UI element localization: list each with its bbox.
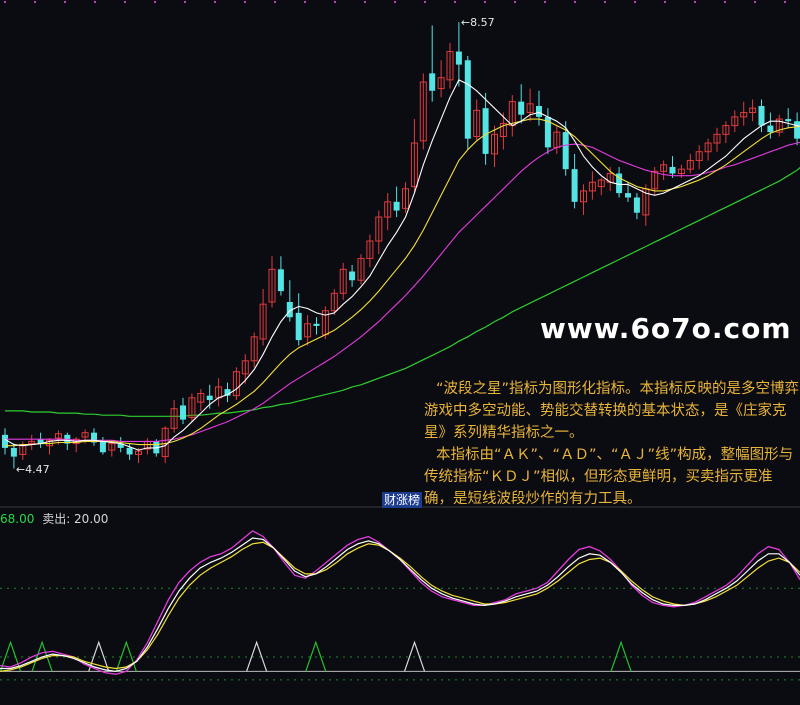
top-tick-dot (334, 1, 336, 3)
candle-body-down (295, 312, 302, 341)
candle-body-down (482, 108, 489, 154)
top-tick-dot (724, 1, 726, 3)
brand-tag: 财涨榜 (382, 492, 423, 508)
top-tick-dot (214, 1, 216, 3)
top-tick-dot (544, 1, 546, 3)
indicator-description: “波段之星”指标为图形化指标。本指标反映的是多空博弈游戏中多空动能、势能交替转换… (424, 378, 800, 510)
candle-body-down (625, 193, 631, 198)
top-tick-dot (694, 1, 696, 3)
top-tick-dot (664, 1, 666, 3)
high-price-text: 8.57 (470, 16, 495, 30)
chart-background (0, 0, 800, 705)
candle-body-down (99, 441, 106, 453)
top-tick-dot (784, 1, 786, 3)
top-tick-dot (394, 1, 396, 3)
top-tick-dot (604, 1, 606, 3)
candle-body-down (633, 197, 640, 213)
low-price-text: 4.47 (25, 462, 50, 476)
top-tick-dot (634, 1, 636, 3)
candle-body-down (518, 101, 525, 115)
candle-body-down (393, 201, 400, 211)
candle-body-down (464, 60, 471, 139)
candle-body-down (571, 169, 578, 202)
candle-body-down (455, 51, 462, 65)
top-tick-dot (304, 1, 306, 3)
top-tick-dot (124, 1, 126, 3)
top-tick-dot (754, 1, 756, 3)
candle-body-down (10, 447, 17, 457)
high-price-annotation: ←8.57 (460, 16, 495, 30)
candle-body-down (180, 405, 186, 420)
chart-canvas (0, 0, 800, 705)
candle-body-down (758, 106, 765, 126)
sell-level-label: 卖出: 20.00 (42, 512, 109, 526)
candle-body-down (313, 323, 320, 326)
top-tick-dot (424, 1, 426, 3)
description-paragraph-1: “波段之星”指标为图形化指标。本指标反映的是多空博弈游戏中多空动能、势能交替转换… (424, 381, 800, 441)
top-tick-dot (364, 1, 366, 3)
candle-body-down (536, 106, 542, 117)
top-tick-dot (4, 1, 6, 3)
top-tick-dot (574, 1, 576, 3)
top-tick-dot (154, 1, 156, 3)
candle-body-down (785, 119, 792, 122)
watermark-text: www.6o7o.com (540, 312, 792, 345)
candle-body-down (429, 73, 436, 91)
candle-body-down (767, 125, 774, 133)
top-tick-dot (274, 1, 276, 3)
candle-body-down (126, 447, 133, 455)
top-tick-dot (184, 1, 186, 3)
top-tick-dot (34, 1, 36, 3)
top-tick-dot (244, 1, 246, 3)
buy-level-label: 68.00 (0, 512, 35, 526)
candle-body-down (206, 395, 213, 400)
top-tick-dot (454, 1, 456, 3)
top-tick-dot (64, 1, 66, 3)
candle-body-down (669, 166, 676, 174)
subchart-header: 68.00 卖出: 20.00 (0, 510, 108, 527)
candle-body-down (562, 132, 569, 170)
top-tick-dot (94, 1, 96, 3)
candle-body-down (794, 121, 800, 139)
candle-body-down (349, 271, 356, 281)
candle-body-down (277, 269, 284, 292)
low-price-annotation: ←4.47 (15, 462, 50, 476)
top-tick-dot (514, 1, 516, 3)
description-paragraph-2: 本指标由“ＡＫ”、“ＡＤ”、“ＡＪ”线”构成，整幅图形与传统指标“ＫＤＪ”相似，… (424, 447, 794, 507)
top-tick-dot (484, 1, 486, 3)
